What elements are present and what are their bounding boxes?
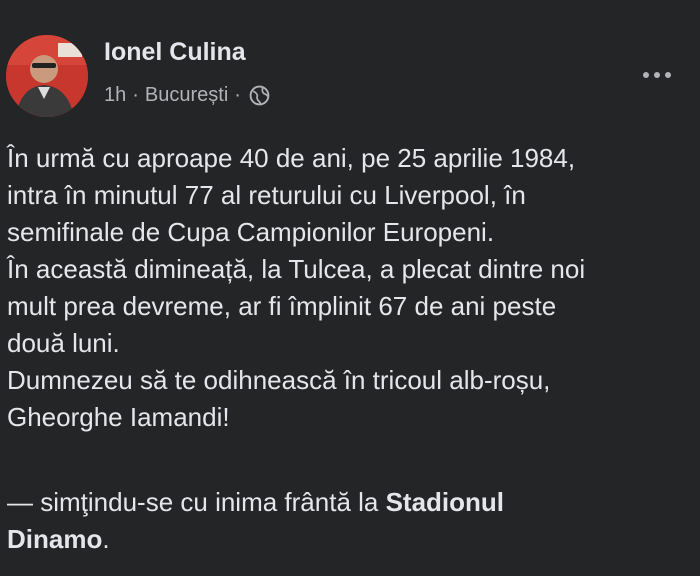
meta-separator-2: ·	[234, 84, 241, 106]
activity-prefix: — simţindu-se cu inima frântă la	[7, 487, 386, 517]
meta-separator: ·	[132, 84, 139, 106]
post-line: Dumnezeu să te odihnească în tricoul alb…	[7, 365, 551, 395]
post-line: În urmă cu aproape 40 de ani, pe 25 apri…	[7, 143, 576, 173]
more-options-icon	[643, 72, 671, 78]
more-options-button[interactable]	[632, 58, 682, 92]
post-line: mult prea devreme, ar fi împlinit 67 de …	[7, 291, 557, 321]
post-body: În urmă cu aproape 40 de ani, pe 25 apri…	[7, 140, 697, 436]
post-meta: 1h · București ·	[104, 84, 270, 107]
post-location[interactable]: București	[145, 84, 228, 107]
post-line: În această dimineață, la Tulcea, a pleca…	[7, 254, 586, 284]
activity-place-link[interactable]: Stadionul	[386, 487, 504, 517]
feeling-activity: — simţindu-se cu inima frântă la Stadion…	[7, 484, 697, 558]
avatar-image	[6, 35, 88, 117]
activity-suffix: .	[102, 524, 110, 554]
facebook-post: Ionel Culina 1h · București · În urmă cu…	[0, 0, 700, 576]
post-line: Gheorghe Iamandi!	[7, 402, 230, 432]
post-line: semifinale de Cupa Campionilor Europeni.	[7, 217, 495, 247]
post-line: două luni.	[7, 328, 120, 358]
author-avatar[interactable]	[6, 35, 88, 117]
author-name[interactable]: Ionel Culina	[104, 38, 246, 67]
globe-icon[interactable]	[249, 85, 270, 106]
activity-place-link-2[interactable]: Dinamo	[7, 524, 102, 554]
post-line: intra în minutul 77 al returului cu Live…	[7, 180, 526, 210]
post-time[interactable]: 1h	[104, 84, 126, 107]
